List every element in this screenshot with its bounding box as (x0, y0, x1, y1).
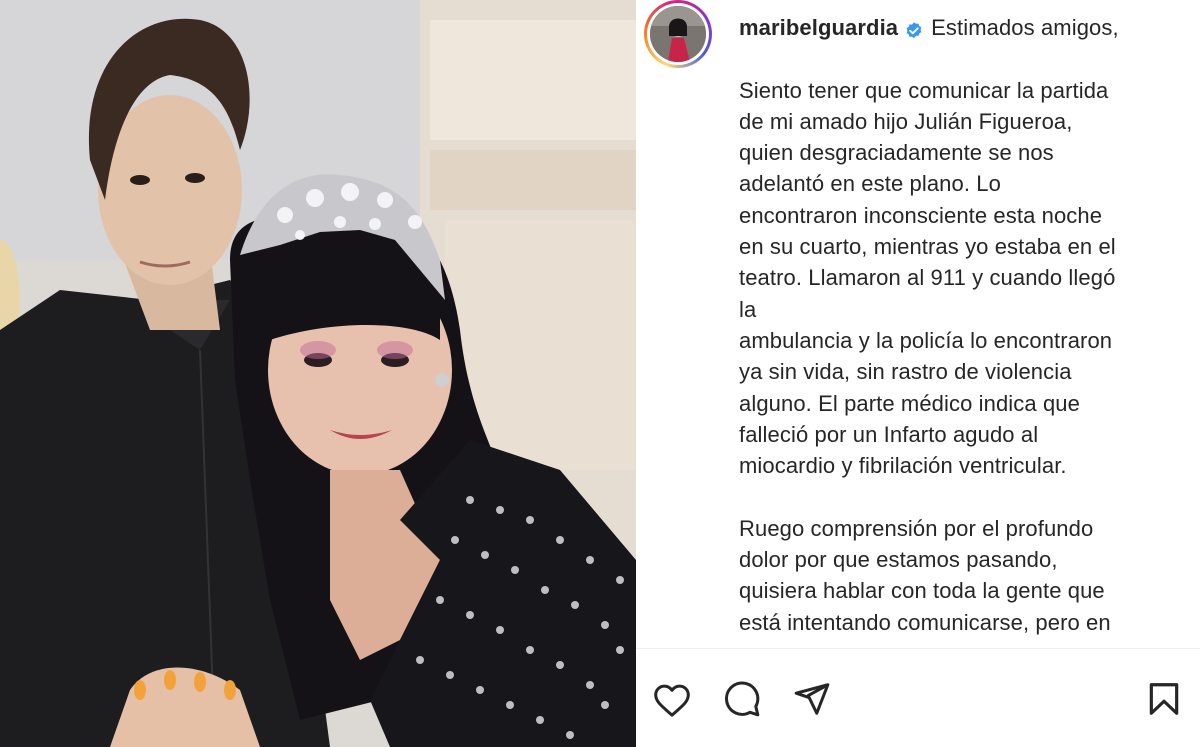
comment-icon (724, 681, 760, 717)
caption-line: miocardio y fibrilación ventricular. (739, 453, 1067, 479)
caption-line: encontraron inconsciente esta noche (739, 202, 1103, 228)
caption-line: la (739, 296, 757, 322)
caption-paragraph-1: Siento tener que comunicar la partida de… (739, 75, 1179, 482)
verified-badge-icon (904, 18, 924, 38)
photo-illustration (0, 0, 636, 747)
action-bar (636, 648, 1200, 747)
caption-line: de mi amado hijo Julián Figueroa, (739, 108, 1073, 134)
caption-line: Siento tener que comunicar la partida (739, 77, 1109, 103)
caption-line: falleció por un Infarto agudo al (739, 421, 1039, 447)
caption-line: en su cuarto, mientras yo estaba en el (739, 234, 1116, 260)
caption-line: Ruego comprensión por el profundo (739, 515, 1094, 541)
caption-line: adelantó en este plano. Lo (739, 171, 1001, 197)
avatar-border (647, 3, 709, 65)
caption-line: ambulancia y la policía lo encontraron (739, 327, 1113, 353)
caption-line: teatro. Llamaron al 911 y cuando llegó (739, 265, 1116, 291)
avatar[interactable] (650, 6, 706, 62)
instagram-post: maribelguardia Estimados amigos, Siento … (0, 0, 1200, 747)
caption-line: quien desgraciadamente se nos (739, 140, 1054, 166)
caption-paragraph-2: Ruego comprensión por el profundo dolor … (739, 513, 1179, 638)
caption-line: quisiera hablar con toda la gente que (739, 578, 1105, 604)
caption-line: está intentando comunicarse, pero en (739, 609, 1111, 635)
like-button[interactable] (652, 679, 692, 719)
paper-plane-icon (794, 683, 830, 715)
save-button[interactable] (1144, 679, 1184, 719)
caption-first-line: Estimados amigos, (931, 15, 1119, 40)
caption-line: alguno. El parte médico indica que (739, 390, 1080, 416)
heart-icon (654, 684, 690, 717)
post-photo[interactable] (0, 0, 636, 747)
story-ring[interactable] (644, 0, 712, 68)
avatar-image (650, 6, 706, 62)
caption-header: maribelguardia Estimados amigos, (739, 12, 1179, 43)
caption-panel: maribelguardia Estimados amigos, Siento … (636, 0, 1200, 747)
caption-line: ya sin vida, sin rastro de violencia (739, 359, 1072, 385)
username-link[interactable]: maribelguardia (739, 12, 898, 43)
share-button[interactable] (792, 679, 832, 719)
comment-button[interactable] (722, 679, 762, 719)
caption-line: dolor por que estamos pasando, (739, 547, 1058, 573)
post-caption: maribelguardia Estimados amigos, Siento … (739, 12, 1179, 638)
bookmark-icon (1149, 683, 1179, 715)
